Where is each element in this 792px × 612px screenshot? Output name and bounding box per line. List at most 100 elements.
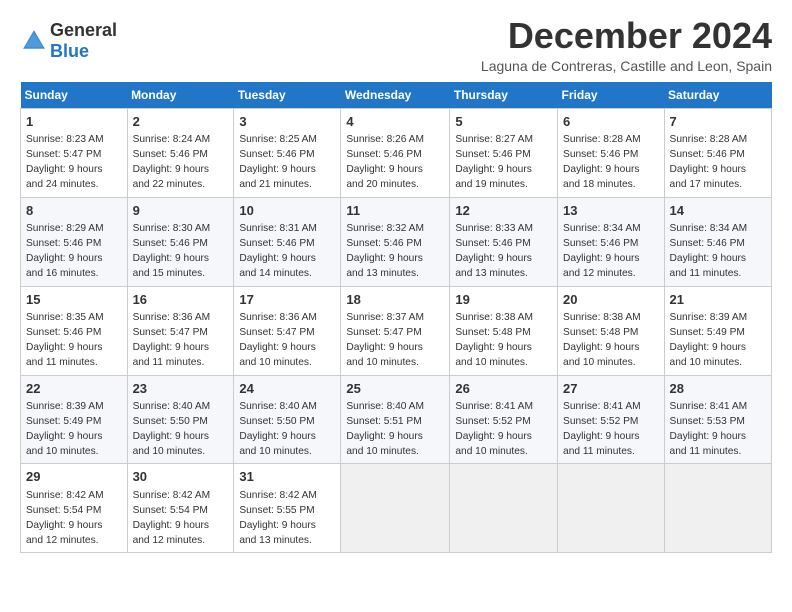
day-number: 17 [239, 291, 335, 310]
day-number: 12 [455, 202, 552, 221]
day-detail: Daylight: 9 hours [133, 519, 229, 534]
day-detail: Sunset: 5:46 PM [346, 148, 444, 163]
day-detail: Sunrise: 8:38 AM [563, 311, 659, 326]
calendar-cell: 30Sunrise: 8:42 AMSunset: 5:54 PMDayligh… [127, 464, 234, 553]
day-number: 15 [26, 291, 122, 310]
day-detail: and 17 minutes. [670, 178, 766, 193]
day-detail: Sunrise: 8:25 AM [239, 133, 335, 148]
day-detail: Sunset: 5:47 PM [346, 326, 444, 341]
calendar-cell: 2Sunrise: 8:24 AMSunset: 5:46 PMDaylight… [127, 108, 234, 197]
day-detail: and 10 minutes. [239, 356, 335, 371]
day-detail: and 10 minutes. [239, 445, 335, 460]
day-number: 13 [563, 202, 659, 221]
day-detail: Daylight: 9 hours [346, 341, 444, 356]
day-detail: Sunset: 5:54 PM [133, 504, 229, 519]
day-detail: and 10 minutes. [26, 445, 122, 460]
day-detail: Sunset: 5:46 PM [133, 148, 229, 163]
day-detail: and 13 minutes. [239, 534, 335, 549]
day-detail: and 12 minutes. [133, 534, 229, 549]
day-detail: Daylight: 9 hours [455, 341, 552, 356]
day-number: 3 [239, 113, 335, 132]
day-number: 23 [133, 380, 229, 399]
day-detail: and 20 minutes. [346, 178, 444, 193]
day-number: 2 [133, 113, 229, 132]
day-number: 14 [670, 202, 766, 221]
day-detail: Sunrise: 8:37 AM [346, 311, 444, 326]
calendar-cell: 19Sunrise: 8:38 AMSunset: 5:48 PMDayligh… [450, 286, 558, 375]
day-detail: Daylight: 9 hours [563, 430, 659, 445]
day-detail: Sunrise: 8:41 AM [563, 400, 659, 415]
day-detail: Daylight: 9 hours [239, 163, 335, 178]
day-detail: Daylight: 9 hours [239, 430, 335, 445]
day-detail: Sunset: 5:46 PM [563, 237, 659, 252]
day-detail: and 10 minutes. [455, 356, 552, 371]
day-detail: Sunset: 5:49 PM [26, 415, 122, 430]
day-detail: Sunset: 5:48 PM [563, 326, 659, 341]
day-detail: Sunrise: 8:27 AM [455, 133, 552, 148]
day-number: 19 [455, 291, 552, 310]
day-detail: Sunrise: 8:23 AM [26, 133, 122, 148]
day-detail: Sunset: 5:46 PM [670, 237, 766, 252]
day-detail: Daylight: 9 hours [670, 430, 766, 445]
column-header-friday: Friday [558, 82, 665, 109]
day-number: 10 [239, 202, 335, 221]
month-title: December 2024 [481, 16, 772, 56]
day-detail: Daylight: 9 hours [455, 163, 552, 178]
day-detail: and 24 minutes. [26, 178, 122, 193]
day-number: 9 [133, 202, 229, 221]
calendar-cell: 15Sunrise: 8:35 AMSunset: 5:46 PMDayligh… [21, 286, 128, 375]
day-number: 6 [563, 113, 659, 132]
day-detail: Sunset: 5:46 PM [455, 148, 552, 163]
day-number: 11 [346, 202, 444, 221]
calendar-cell: 1Sunrise: 8:23 AMSunset: 5:47 PMDaylight… [21, 108, 128, 197]
day-number: 22 [26, 380, 122, 399]
calendar-cell [558, 464, 665, 553]
day-detail: Sunset: 5:46 PM [239, 237, 335, 252]
day-detail: Sunrise: 8:39 AM [670, 311, 766, 326]
day-number: 24 [239, 380, 335, 399]
day-detail: Daylight: 9 hours [239, 341, 335, 356]
calendar-cell: 16Sunrise: 8:36 AMSunset: 5:47 PMDayligh… [127, 286, 234, 375]
day-detail: Sunrise: 8:36 AM [239, 311, 335, 326]
column-header-monday: Monday [127, 82, 234, 109]
day-detail: and 13 minutes. [346, 267, 444, 282]
day-detail: and 12 minutes. [26, 534, 122, 549]
day-detail: and 15 minutes. [133, 267, 229, 282]
day-number: 21 [670, 291, 766, 310]
day-number: 18 [346, 291, 444, 310]
day-detail: Sunset: 5:51 PM [346, 415, 444, 430]
day-detail: Daylight: 9 hours [563, 252, 659, 267]
calendar-cell: 26Sunrise: 8:41 AMSunset: 5:52 PMDayligh… [450, 375, 558, 464]
calendar-cell: 21Sunrise: 8:39 AMSunset: 5:49 PMDayligh… [664, 286, 771, 375]
day-detail: Sunrise: 8:41 AM [670, 400, 766, 415]
calendar-cell: 28Sunrise: 8:41 AMSunset: 5:53 PMDayligh… [664, 375, 771, 464]
calendar-cell: 12Sunrise: 8:33 AMSunset: 5:46 PMDayligh… [450, 197, 558, 286]
day-detail: Sunrise: 8:41 AM [455, 400, 552, 415]
day-number: 5 [455, 113, 552, 132]
day-detail: Sunrise: 8:26 AM [346, 133, 444, 148]
day-detail: Sunset: 5:49 PM [670, 326, 766, 341]
day-detail: and 11 minutes. [26, 356, 122, 371]
day-detail: Daylight: 9 hours [455, 252, 552, 267]
day-number: 20 [563, 291, 659, 310]
logo-icon [20, 27, 48, 55]
calendar-cell: 4Sunrise: 8:26 AMSunset: 5:46 PMDaylight… [341, 108, 450, 197]
day-detail: Sunset: 5:46 PM [26, 326, 122, 341]
day-detail: Sunset: 5:46 PM [239, 148, 335, 163]
day-detail: Sunset: 5:48 PM [455, 326, 552, 341]
title-area: December 2024 Laguna de Contreras, Casti… [481, 16, 772, 74]
day-number: 31 [239, 468, 335, 487]
day-detail: and 11 minutes. [563, 445, 659, 460]
day-number: 8 [26, 202, 122, 221]
day-detail: Sunset: 5:46 PM [133, 237, 229, 252]
day-detail: and 11 minutes. [133, 356, 229, 371]
calendar-cell: 24Sunrise: 8:40 AMSunset: 5:50 PMDayligh… [234, 375, 341, 464]
day-detail: Daylight: 9 hours [26, 519, 122, 534]
day-detail: Sunset: 5:46 PM [670, 148, 766, 163]
day-detail: Daylight: 9 hours [563, 341, 659, 356]
day-detail: Daylight: 9 hours [133, 163, 229, 178]
calendar-body: 1Sunrise: 8:23 AMSunset: 5:47 PMDaylight… [21, 108, 772, 553]
day-detail: Sunset: 5:46 PM [563, 148, 659, 163]
day-detail: Daylight: 9 hours [239, 252, 335, 267]
day-detail: Sunrise: 8:40 AM [239, 400, 335, 415]
